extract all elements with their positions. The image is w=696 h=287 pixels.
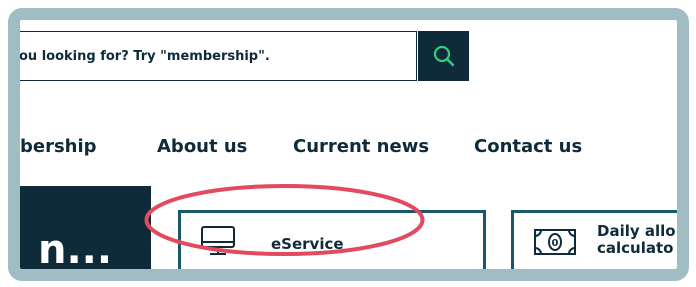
computer-monitor-icon <box>201 226 235 255</box>
eservice-label: eService <box>271 235 344 253</box>
screenshot-frame: ou looking for? Try "membership". bershi… <box>0 0 696 287</box>
main-navigation: bership About us Current news Contact us <box>20 136 677 166</box>
nav-item-contact-us[interactable]: Contact us <box>474 136 582 157</box>
search-input[interactable]: ou looking for? Try "membership". <box>20 31 417 81</box>
search-button[interactable] <box>418 31 469 81</box>
daily-allowance-calculator-card[interactable]: 0 Daily allo calculato <box>511 210 677 269</box>
nav-item-membership[interactable]: bership <box>20 136 97 157</box>
daily-allowance-label-line1: Daily allo <box>597 222 676 240</box>
hero-text: n... <box>38 227 113 269</box>
nav-item-current-news[interactable]: Current news <box>293 136 429 157</box>
eservice-card[interactable]: eService <box>178 210 486 269</box>
browser-viewport: ou looking for? Try "membership". bershi… <box>20 20 677 269</box>
svg-text:0: 0 <box>552 238 559 249</box>
daily-allowance-label-line2: calculato <box>597 239 674 257</box>
search-icon <box>433 45 454 67</box>
search-placeholder: ou looking for? Try "membership". <box>20 48 270 64</box>
money-banknote-icon: 0 <box>534 229 576 255</box>
nav-item-about-us[interactable]: About us <box>157 136 247 157</box>
